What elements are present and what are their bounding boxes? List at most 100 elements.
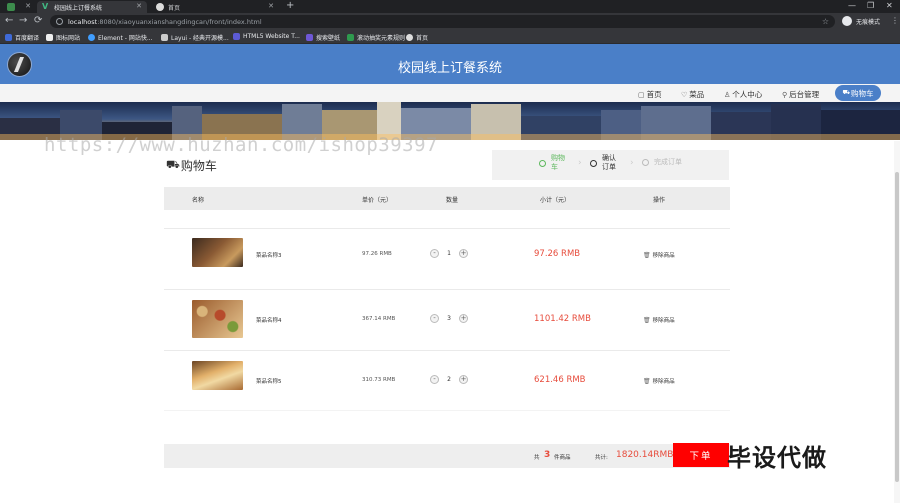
browser-tab-2[interactable]: V 校园线上订餐系统 ✕ — [37, 1, 147, 13]
bookmark-label: 首页 — [416, 35, 429, 42]
dish-thumbnail[interactable] — [192, 238, 243, 267]
column-header: 数量 — [446, 197, 459, 204]
browser-tab-bar: ✕ V 校园线上订餐系统 ✕ 首页 ✕ + — ❐ ✕ — [0, 0, 900, 13]
tab-close-icon[interactable]: ✕ — [136, 2, 142, 10]
restore-button[interactable]: ❐ — [867, 1, 874, 10]
browser-app-icon — [7, 3, 15, 11]
minus-button[interactable]: - — [430, 375, 439, 384]
remove-label: 移除商品 — [652, 379, 675, 385]
quantity-value: 1 — [447, 250, 451, 257]
plus-button[interactable]: + — [459, 314, 468, 323]
globe-icon — [406, 34, 413, 41]
circle-icon — [642, 159, 649, 166]
reload-icon[interactable]: ⟳ — [34, 15, 42, 26]
nav-label: 个人中心 — [732, 90, 763, 99]
step-label: 车 — [551, 163, 558, 171]
bookmark-item[interactable]: Element - 网站快... — [88, 33, 153, 42]
wallpaper-icon — [306, 34, 313, 41]
profile-button[interactable]: 无痕模式 — [842, 16, 880, 26]
count-suffix: 件商品 — [554, 455, 571, 461]
nav-admin[interactable]: ⚲ 后台管理 — [782, 89, 819, 100]
heart-icon: ♡ — [681, 90, 688, 99]
minus-button[interactable]: - — [430, 249, 439, 258]
tab-title: 校园线上订餐系统 — [54, 4, 103, 12]
nav-dishes[interactable]: ♡ 菜品 — [681, 89, 704, 100]
bookmark-item[interactable]: 百度翻译 — [5, 33, 39, 42]
browser-tab-1[interactable]: ✕ — [2, 1, 36, 13]
item-count: 3 — [544, 450, 551, 460]
browser-tab-3[interactable]: 首页 ✕ — [151, 1, 279, 13]
dish-thumbnail[interactable] — [192, 361, 243, 390]
close-window-button[interactable]: ✕ — [886, 1, 893, 10]
dish-name[interactable]: 菜品名称4 — [256, 316, 282, 324]
circle-icon — [590, 159, 597, 167]
home-icon: ▢ — [638, 90, 645, 99]
incognito-icon — [842, 16, 852, 26]
unit-price: 310.73 RMB — [362, 377, 396, 383]
bookmark-item[interactable]: 首页 — [406, 33, 428, 42]
url-path: :8080/xiaoyuanxianshangdingcan/front/ind… — [97, 17, 262, 26]
step-cart: 购物车 — [539, 154, 565, 172]
menu-icon[interactable]: ⋮ — [891, 16, 899, 25]
unit-price: 97.26 RMB — [362, 251, 392, 257]
page-title-text: 购物车 — [180, 159, 217, 173]
unit-price: 367.14 RMB — [362, 316, 396, 322]
bookmark-item[interactable]: HTML5 Website T... — [233, 33, 300, 40]
dish-thumbnail[interactable] — [192, 300, 243, 338]
quantity-stepper: - 2 + — [430, 375, 468, 384]
vue-icon: V — [42, 2, 49, 11]
bookmark-item[interactable]: 滚动抽奖元素规则 — [347, 33, 405, 42]
subtotal: 97.26 RMB — [534, 249, 581, 259]
main-nav: ▢ 首页 ♡ 菜品 ♙ 个人中心 ⚲ 后台管理 ⛟ 购物车 — [0, 84, 900, 102]
trash-icon: 🗑 — [643, 377, 651, 385]
step-label: 购物 — [551, 154, 565, 162]
scrollbar-thumb[interactable] — [895, 172, 899, 482]
quantity-stepper: - 1 + — [430, 249, 468, 258]
plus-button[interactable]: + — [459, 375, 468, 384]
address-bar: ← → ⟳ localhost:8080/xiaoyuanxianshangdi… — [0, 13, 900, 31]
bookmark-item[interactable]: 图标网站 — [46, 33, 80, 42]
bookmark-star-icon[interactable]: ☆ — [822, 17, 829, 26]
new-tab-button[interactable]: + — [286, 0, 294, 11]
checkout-steps: 购物车 › 确认 订单 › 完成订单 — [492, 150, 729, 180]
trash-icon: 🗑 — [643, 316, 651, 324]
remove-item-button[interactable]: 🗑 移除商品 — [643, 316, 675, 325]
page-title: ⛟ 购物车 — [166, 157, 217, 174]
layui-icon — [161, 34, 168, 41]
bookmark-item[interactable]: Layui - 经典开源模... — [161, 33, 229, 42]
nav-home[interactable]: ▢ 首页 — [638, 89, 662, 100]
minus-button[interactable]: - — [430, 314, 439, 323]
quantity-value: 2 — [447, 376, 451, 383]
plus-button[interactable]: + — [459, 249, 468, 258]
html5-icon — [233, 33, 240, 40]
link-icon: ⚲ — [782, 90, 788, 99]
minimize-button[interactable]: — — [848, 1, 856, 10]
remove-item-button[interactable]: 🗑 移除商品 — [643, 251, 675, 260]
tab-title: 首页 — [168, 4, 181, 12]
bookmark-label: HTML5 Website T... — [243, 33, 300, 40]
remove-item-button[interactable]: 🗑 移除商品 — [643, 377, 675, 386]
bookmark-item[interactable]: 搜索壁纸 — [306, 33, 340, 42]
url-input[interactable]: localhost:8080/xiaoyuanxianshangdingcan/… — [50, 15, 835, 28]
tab-close-icon[interactable]: ✕ — [25, 2, 31, 10]
subtotal: 621.46 RMB — [534, 375, 586, 385]
remove-label: 移除商品 — [652, 318, 675, 324]
dish-name[interactable]: 菜品名称5 — [256, 377, 282, 385]
check-circle-icon — [539, 159, 546, 167]
info-icon[interactable] — [56, 18, 63, 25]
nav-user-center[interactable]: ♙ 个人中心 — [724, 89, 762, 100]
globe-icon — [156, 3, 164, 11]
tab-close-icon[interactable]: ✕ — [268, 2, 274, 10]
forward-icon[interactable]: → — [19, 15, 27, 26]
place-order-button[interactable]: 下单 — [673, 443, 729, 467]
lottery-icon — [347, 34, 354, 41]
dish-name[interactable]: 菜品名称3 — [256, 251, 282, 259]
step-confirm: 确认 订单 — [590, 154, 616, 172]
count-prefix: 共 — [534, 455, 540, 461]
url-host: localhost — [68, 17, 98, 26]
total-amount: 1820.14RMB — [616, 450, 674, 460]
image-icon — [46, 34, 53, 41]
back-icon[interactable]: ← — [5, 15, 13, 26]
quantity-stepper: - 3 + — [430, 314, 468, 323]
nav-cart-button[interactable]: ⛟ 购物车 — [835, 85, 881, 101]
